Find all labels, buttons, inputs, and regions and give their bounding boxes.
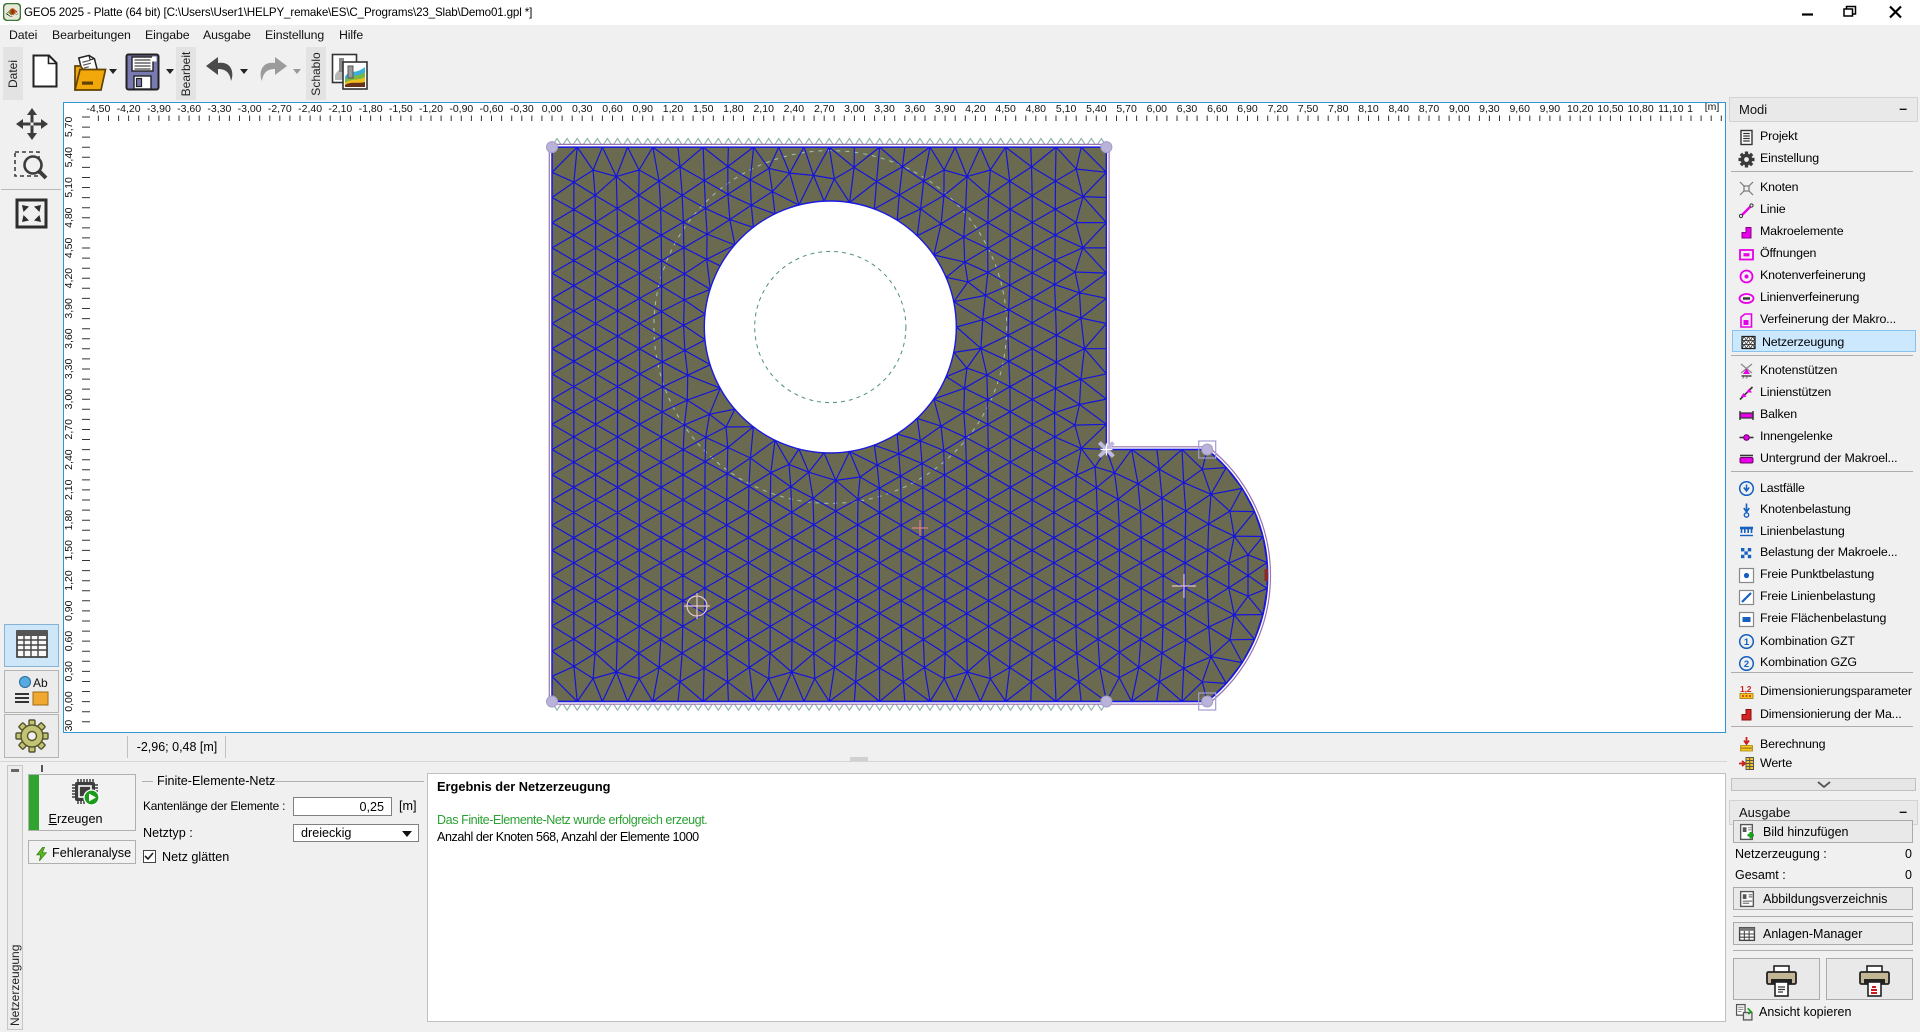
- svg-text:-0,90: -0,90: [449, 103, 473, 115]
- svg-text:0,30: 0,30: [572, 103, 593, 115]
- svg-text:4,80: 4,80: [64, 207, 75, 228]
- svg-text:9,90: 9,90: [1540, 103, 1561, 115]
- svg-text:1,50: 1,50: [64, 540, 75, 561]
- svg-text:3,00: 3,00: [64, 389, 75, 410]
- svg-text:7,80: 7,80: [1328, 103, 1349, 115]
- svg-text:2,70: 2,70: [64, 419, 75, 440]
- svg-text:7,50: 7,50: [1298, 103, 1319, 115]
- svg-text:4,50: 4,50: [64, 238, 75, 259]
- svg-text:6,90: 6,90: [1237, 103, 1258, 115]
- svg-text:1: 1: [1744, 637, 1750, 648]
- svg-text:6,00: 6,00: [1147, 103, 1168, 115]
- svg-text:3,60: 3,60: [64, 328, 75, 349]
- svg-text:5,40: 5,40: [64, 147, 75, 168]
- svg-text:1,20: 1,20: [64, 570, 75, 591]
- svg-text:2,10: 2,10: [64, 479, 75, 500]
- svg-text:-0,30: -0,30: [64, 720, 75, 732]
- svg-text:10,80: 10,80: [1627, 103, 1653, 115]
- svg-text:3,30: 3,30: [64, 359, 75, 380]
- svg-text:2: 2: [1744, 659, 1749, 670]
- svg-text:9,00: 9,00: [1449, 103, 1470, 115]
- svg-text:Ab: Ab: [33, 676, 48, 690]
- svg-text:2,40: 2,40: [784, 103, 805, 115]
- svg-text:-4,20: -4,20: [117, 103, 141, 115]
- svg-text:1,2: 1,2: [1740, 684, 1752, 694]
- svg-text:-2,10: -2,10: [328, 103, 352, 115]
- svg-text:9,30: 9,30: [1479, 103, 1500, 115]
- svg-text:1,20: 1,20: [663, 103, 684, 115]
- svg-text:-3,60: -3,60: [177, 103, 201, 115]
- svg-text:11,10: 11,10: [1658, 103, 1684, 115]
- svg-text:1,80: 1,80: [64, 510, 75, 531]
- svg-text:8,70: 8,70: [1419, 103, 1440, 115]
- svg-text:0,90: 0,90: [632, 103, 653, 115]
- svg-text:-3,90: -3,90: [147, 103, 171, 115]
- svg-text:7,20: 7,20: [1268, 103, 1289, 115]
- svg-text:-3,30: -3,30: [207, 103, 231, 115]
- svg-text:10,20: 10,20: [1567, 103, 1593, 115]
- svg-text:5,10: 5,10: [1056, 103, 1077, 115]
- svg-text:-3,00: -3,00: [238, 103, 262, 115]
- svg-text:9,60: 9,60: [1509, 103, 1530, 115]
- svg-text:6,60: 6,60: [1207, 103, 1228, 115]
- svg-text:0,90: 0,90: [64, 600, 75, 621]
- svg-text:2,10: 2,10: [753, 103, 774, 115]
- svg-text:-0,60: -0,60: [480, 103, 504, 115]
- svg-text:-0,30: -0,30: [510, 103, 534, 115]
- svg-text:0,00: 0,00: [64, 691, 75, 712]
- svg-text:[m]: [m]: [1705, 103, 1720, 113]
- svg-text:-1,80: -1,80: [359, 103, 383, 115]
- svg-text:0,00: 0,00: [542, 103, 563, 115]
- svg-text:5,70: 5,70: [64, 117, 75, 138]
- svg-text:0,60: 0,60: [602, 103, 623, 115]
- svg-text:8,40: 8,40: [1388, 103, 1409, 115]
- svg-text:4,20: 4,20: [64, 268, 75, 289]
- svg-text:4,50: 4,50: [995, 103, 1016, 115]
- svg-text:5,70: 5,70: [1116, 103, 1137, 115]
- svg-text:6,30: 6,30: [1177, 103, 1198, 115]
- svg-text:3,00: 3,00: [844, 103, 865, 115]
- svg-text:10,50: 10,50: [1597, 103, 1623, 115]
- svg-text:8,10: 8,10: [1358, 103, 1379, 115]
- svg-text:3,90: 3,90: [64, 298, 75, 319]
- svg-text:0,30: 0,30: [64, 661, 75, 682]
- svg-text:3,30: 3,30: [874, 103, 895, 115]
- svg-text:3,60: 3,60: [905, 103, 926, 115]
- svg-text:4,20: 4,20: [965, 103, 986, 115]
- svg-text:2,70: 2,70: [814, 103, 835, 115]
- svg-text:-2,40: -2,40: [298, 103, 322, 115]
- svg-text:1,50: 1,50: [693, 103, 714, 115]
- svg-text:3,90: 3,90: [935, 103, 956, 115]
- svg-text:5,40: 5,40: [1086, 103, 1107, 115]
- svg-text:2,40: 2,40: [64, 449, 75, 470]
- svg-text:-1,20: -1,20: [419, 103, 443, 115]
- svg-text:-4,50: -4,50: [86, 103, 110, 115]
- svg-text:5,10: 5,10: [64, 177, 75, 198]
- svg-text:4,80: 4,80: [1026, 103, 1047, 115]
- svg-text:-2,70: -2,70: [268, 103, 292, 115]
- svg-text:1: 1: [1687, 103, 1693, 115]
- svg-text:0,60: 0,60: [64, 631, 75, 652]
- svg-text:1,80: 1,80: [723, 103, 744, 115]
- svg-text:-1,50: -1,50: [389, 103, 413, 115]
